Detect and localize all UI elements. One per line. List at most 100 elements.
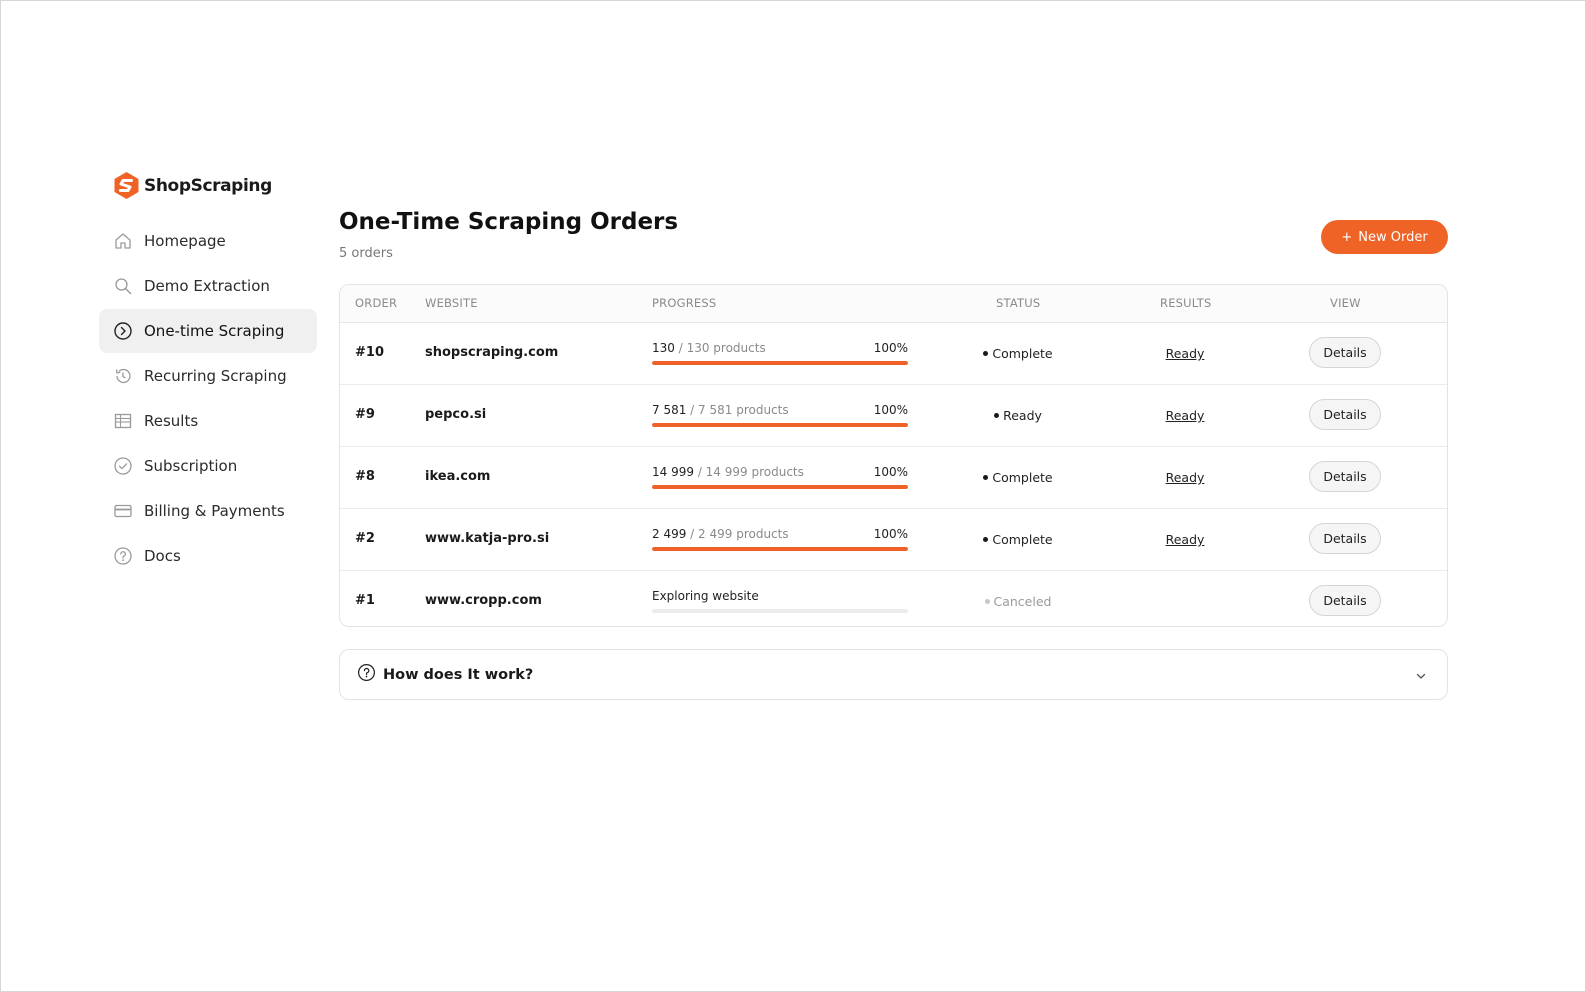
status-dot: [983, 351, 989, 356]
table-row: #2 www.katja-pro.si 2 499 / 2 499 products…: [340, 509, 1447, 571]
table-header: ORDER WEBSITE PROGRESS STATUS RESULTS VI…: [340, 285, 1447, 323]
table-row: #10 shopscraping.com 130 / 130 products 100…: [340, 323, 1447, 385]
table-row: #9 pepco.si 7 581 / 7 581 products 100% Read…: [340, 385, 1447, 447]
plus-icon: +: [1341, 229, 1353, 245]
details-button[interactable]: Details: [1309, 461, 1381, 492]
details-button[interactable]: Details: [1309, 585, 1381, 616]
progress-bar-fill: [652, 485, 908, 489]
progress-total: / 14 999 products: [694, 465, 804, 479]
progress-bar: [652, 423, 908, 427]
website-name: ikea.com: [425, 469, 491, 484]
sidebar-item-label: Subscription: [144, 457, 238, 475]
progress-bar-fill: [652, 361, 908, 365]
status-badge: Ready: [960, 408, 1076, 423]
status-badge: Canceled: [960, 594, 1076, 609]
order-number: #8: [355, 469, 375, 484]
status-dot: [984, 599, 990, 604]
progress-count: 14 999: [652, 465, 694, 479]
progress-bar: [652, 609, 908, 613]
sidebar-item-subscription[interactable]: Subscription: [99, 444, 317, 488]
order-number: #10: [355, 345, 384, 360]
status-label: Ready: [1003, 408, 1042, 423]
details-button[interactable]: Details: [1309, 523, 1381, 554]
results-link[interactable]: Ready: [1155, 346, 1215, 361]
sidebar-item-label: Docs: [144, 547, 181, 565]
new-order-button[interactable]: + New Order: [1321, 220, 1448, 254]
progress-bar-fill: [652, 423, 908, 427]
order-number: #9: [355, 407, 375, 422]
results-link[interactable]: Ready: [1155, 408, 1215, 423]
new-order-label: New Order: [1358, 229, 1428, 245]
progress-cell: Exploring website: [652, 589, 908, 613]
status-label: Complete: [992, 470, 1053, 485]
status-badge: Complete: [960, 470, 1076, 485]
table-row: #8 ikea.com 14 999 / 14 999 products 100% Co…: [340, 447, 1447, 509]
column-header-website: WEBSITE: [425, 296, 478, 310]
results-link[interactable]: Ready: [1155, 470, 1215, 485]
sidebar-item-billing[interactable]: Billing & Payments: [99, 489, 317, 533]
order-number: #2: [355, 531, 375, 546]
shopscraping-logo-icon: [114, 172, 139, 199]
home-icon: [113, 231, 133, 251]
sidebar-item-homepage[interactable]: Homepage: [99, 219, 317, 263]
help-circle-icon: [357, 663, 376, 686]
progress-count: 130: [652, 341, 675, 355]
how-it-works-accordion[interactable]: How does It work?: [339, 649, 1448, 700]
progress-percent: 100%: [873, 341, 908, 355]
website-name: shopscraping.com: [425, 345, 559, 360]
logo[interactable]: ShopScraping: [113, 171, 272, 200]
search-icon: [113, 276, 133, 296]
column-header-status: STATUS: [996, 296, 1041, 310]
sidebar-item-label: Recurring Scraping: [144, 367, 287, 385]
sidebar-item-docs[interactable]: Docs: [99, 534, 317, 578]
status-dot: [983, 537, 989, 542]
status-label: Complete: [992, 346, 1053, 361]
sidebar-item-label: Homepage: [144, 232, 226, 250]
brand-name: ShopScraping: [144, 175, 272, 196]
progress-total: / 130 products: [674, 341, 766, 355]
sidebar-item-label: One-time Scraping: [144, 322, 285, 340]
results-link[interactable]: Ready: [1155, 532, 1215, 547]
help-circle-icon: [113, 546, 133, 566]
progress-percent: 100%: [873, 403, 908, 417]
order-number: #1: [355, 593, 375, 608]
progress-bar: [652, 485, 908, 489]
sidebar-item-one-time-scraping[interactable]: One-time Scraping: [99, 309, 317, 353]
progress-percent: 100%: [873, 465, 908, 479]
orders-table: ORDER WEBSITE PROGRESS STATUS RESULTS VI…: [339, 284, 1448, 627]
table-icon: [113, 411, 133, 431]
column-header-progress: PROGRESS: [652, 296, 717, 310]
progress-count: 2 499: [652, 527, 687, 541]
website-name: www.cropp.com: [425, 593, 542, 608]
progress-total: / 7 581 products: [686, 403, 789, 417]
progress-cell: 130 / 130 products 100%: [652, 341, 908, 365]
chevron-down-icon: [1415, 667, 1427, 686]
page-title: One-Time Scraping Orders: [339, 209, 679, 235]
sidebar-nav: Homepage Demo Extraction One-time Scrapi…: [99, 219, 317, 579]
progress-cell: 2 499 / 2 499 products 100%: [652, 527, 908, 551]
column-header-order: ORDER: [355, 296, 398, 310]
details-button[interactable]: Details: [1309, 337, 1381, 368]
progress-bar: [652, 547, 908, 551]
details-button[interactable]: Details: [1309, 399, 1381, 430]
sidebar-item-label: Billing & Payments: [144, 502, 285, 520]
column-header-results: RESULTS: [1160, 296, 1212, 310]
sidebar-item-label: Results: [144, 412, 199, 430]
website-name: www.katja-pro.si: [425, 531, 550, 546]
progress-percent: 100%: [873, 527, 908, 541]
progress-count: Exploring website: [652, 589, 759, 603]
progress-cell: 14 999 / 14 999 products 100%: [652, 465, 908, 489]
table-row: #1 www.cropp.com Exploring website Canceled…: [340, 571, 1447, 626]
sidebar-item-results[interactable]: Results: [99, 399, 317, 443]
play-circle-icon: [113, 321, 133, 341]
sidebar-item-recurring-scraping[interactable]: Recurring Scraping: [99, 354, 317, 398]
progress-cell: 7 581 / 7 581 products 100%: [652, 403, 908, 427]
check-circle-icon: [113, 456, 133, 476]
sidebar-item-demo-extraction[interactable]: Demo Extraction: [99, 264, 317, 308]
progress-bar: [652, 361, 908, 365]
column-header-view: VIEW: [1330, 296, 1361, 310]
status-label: Canceled: [993, 594, 1052, 609]
sidebar-item-label: Demo Extraction: [144, 277, 270, 295]
status-badge: Complete: [960, 532, 1076, 547]
order-count: 5 orders: [339, 246, 393, 261]
